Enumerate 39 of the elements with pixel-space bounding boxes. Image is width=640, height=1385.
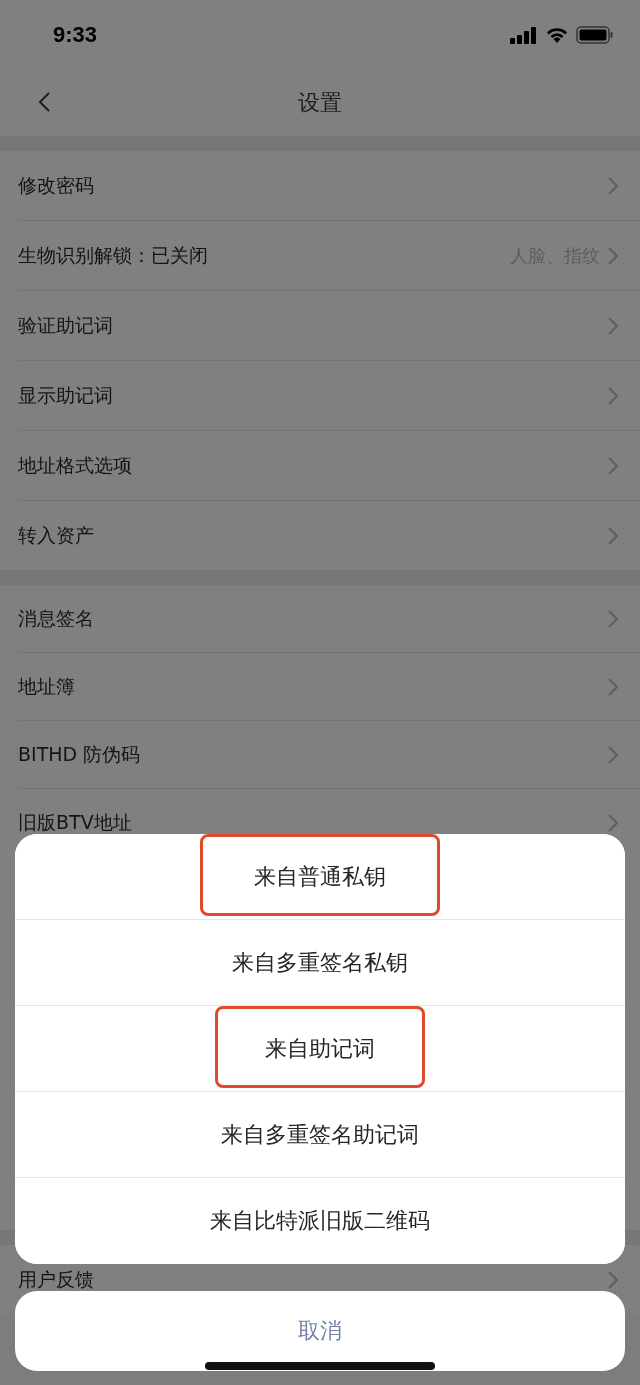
page-title: 设置	[298, 89, 342, 117]
chevron-right-icon	[608, 745, 618, 764]
chevron-right-icon	[608, 386, 618, 405]
settings-row[interactable]: 消息签名	[18, 585, 640, 653]
sheet-option[interactable]: 来自助记词	[15, 1006, 625, 1092]
row-label: 验证助记词	[18, 312, 114, 338]
row-label: 用户反馈	[18, 1266, 95, 1292]
back-icon[interactable]	[38, 92, 50, 112]
row-label: 转入资产	[18, 522, 95, 548]
cancel-button[interactable]: 取消	[15, 1291, 625, 1371]
wifi-icon	[545, 26, 569, 44]
signal-icon	[510, 26, 538, 44]
chevron-right-icon	[608, 316, 618, 335]
status-time: 9:33	[53, 22, 98, 48]
settings-row[interactable]: BITHD 防伪码	[18, 721, 640, 789]
row-label: 旧版BTV地址	[18, 809, 133, 835]
sheet-option[interactable]: 来自普通私钥	[15, 834, 625, 920]
row-label: 显示助记词	[18, 382, 114, 408]
settings-row[interactable]: 验证助记词	[18, 291, 640, 361]
row-label: 修改密码	[18, 172, 95, 198]
chevron-right-icon	[608, 246, 618, 265]
row-label: 生物识别解锁：已关闭	[18, 242, 209, 268]
row-label: 消息签名	[18, 605, 95, 631]
chevron-right-icon	[608, 677, 618, 696]
settings-row[interactable]: 地址簿	[18, 653, 640, 721]
battery-icon	[576, 26, 614, 44]
settings-row[interactable]: 地址格式选项	[18, 431, 640, 501]
settings-row[interactable]: 转入资产	[18, 501, 640, 570]
chevron-right-icon	[608, 609, 618, 628]
row-label: BITHD 防伪码	[18, 741, 142, 767]
chevron-right-icon	[608, 526, 618, 545]
settings-row[interactable]: 显示助记词	[18, 361, 640, 431]
chevron-right-icon	[608, 456, 618, 475]
row-label: 地址格式选项	[18, 452, 133, 478]
chevron-right-icon	[608, 813, 618, 832]
row-label: 地址簿	[18, 673, 76, 699]
chevron-right-icon	[608, 1270, 618, 1289]
settings-row[interactable]: 修改密码	[18, 151, 640, 221]
chevron-right-icon	[608, 176, 618, 195]
